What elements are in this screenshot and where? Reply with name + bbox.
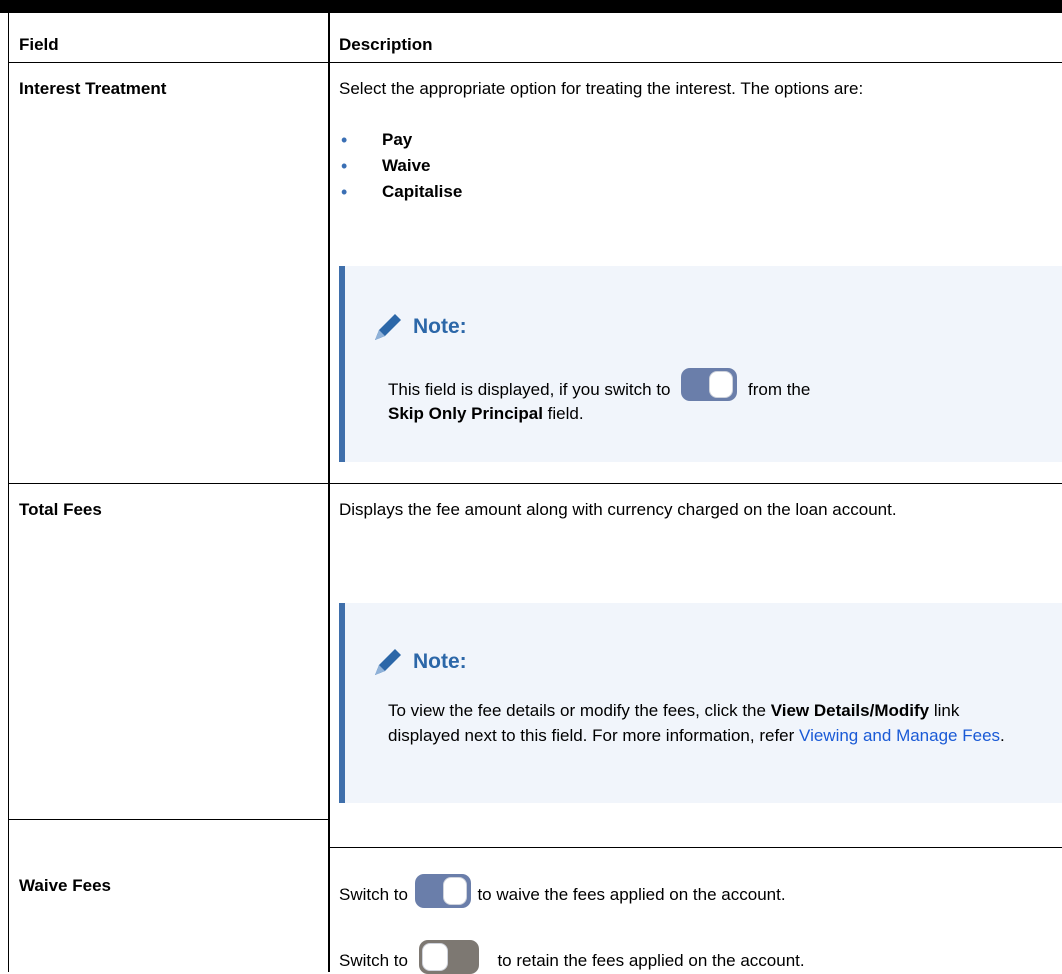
waive-text-part: to retain the fees applied on the accoun… (497, 951, 805, 970)
pencil-icon (371, 647, 403, 677)
waive-text-part: to waive the fees applied on the account… (477, 885, 786, 904)
bullet-icon: • (341, 130, 348, 150)
waive-text-part: Switch to (339, 951, 408, 970)
note-box: Note: To view the fee details or modify … (339, 603, 1062, 803)
note-text: This field is displayed, if you switch t… (388, 368, 1028, 426)
note-text: To view the fee details or modify the fe… (388, 698, 1028, 748)
note-text-part: field. (547, 404, 584, 423)
waive-text-part: Switch to (339, 885, 408, 904)
list-item: • Capitalise (339, 179, 462, 205)
field-total-fees: Total Fees (19, 500, 102, 519)
interest-description: Select the appropriate option for treati… (339, 79, 864, 98)
note-bold-text: View Details/Modify (770, 701, 930, 720)
row-divider (8, 819, 328, 820)
note-text-part: To view the fee details or modify the fe… (388, 701, 766, 720)
list-item: • Pay (339, 127, 462, 153)
option-label: Waive (382, 156, 431, 175)
note-text-part: This field is displayed, if you switch t… (388, 380, 671, 399)
pencil-icon (371, 312, 403, 342)
bullet-icon: • (341, 182, 348, 202)
waive-fees-line-1: Switch to to waive the fees applied on t… (339, 874, 786, 908)
note-text-part: . (1000, 726, 1005, 745)
list-item: • Waive (339, 153, 462, 179)
table-top-border (0, 0, 1062, 13)
field-waive-fees: Waive Fees (19, 876, 111, 895)
toggle-on-icon (414, 874, 471, 908)
column-header-field: Field (19, 35, 59, 54)
note-box: Note: This field is displayed, if you sw… (339, 266, 1062, 462)
viewing-fees-link[interactable]: Viewing and Manage Fees (799, 726, 1000, 745)
note-text-part: from the (747, 380, 811, 399)
note-header: Note: (371, 312, 467, 342)
table-left-border (8, 13, 9, 972)
field-interest-treatment: Interest Treatment (19, 79, 167, 98)
note-title: Note: (413, 650, 467, 673)
note-header: Note: (371, 647, 467, 677)
toggle-on-icon (681, 368, 738, 401)
column-header-description: Description (339, 35, 433, 54)
row-divider (8, 483, 1062, 484)
option-label: Pay (382, 130, 413, 149)
bullet-icon: • (341, 156, 348, 176)
interest-options-list: • Pay • Waive • Capitalise (339, 127, 462, 205)
option-label: Capitalise (382, 182, 463, 201)
header-divider (8, 62, 1062, 63)
note-bold-text: Skip Only Principal (388, 404, 543, 423)
total-fees-description: Displays the fee amount along with curre… (339, 500, 897, 519)
column-divider (328, 13, 330, 972)
note-title: Note: (413, 315, 467, 338)
toggle-off-icon (418, 940, 479, 974)
row-divider (330, 847, 1062, 848)
waive-fees-line-2: Switch to to retain the fees applied on … (339, 940, 805, 974)
